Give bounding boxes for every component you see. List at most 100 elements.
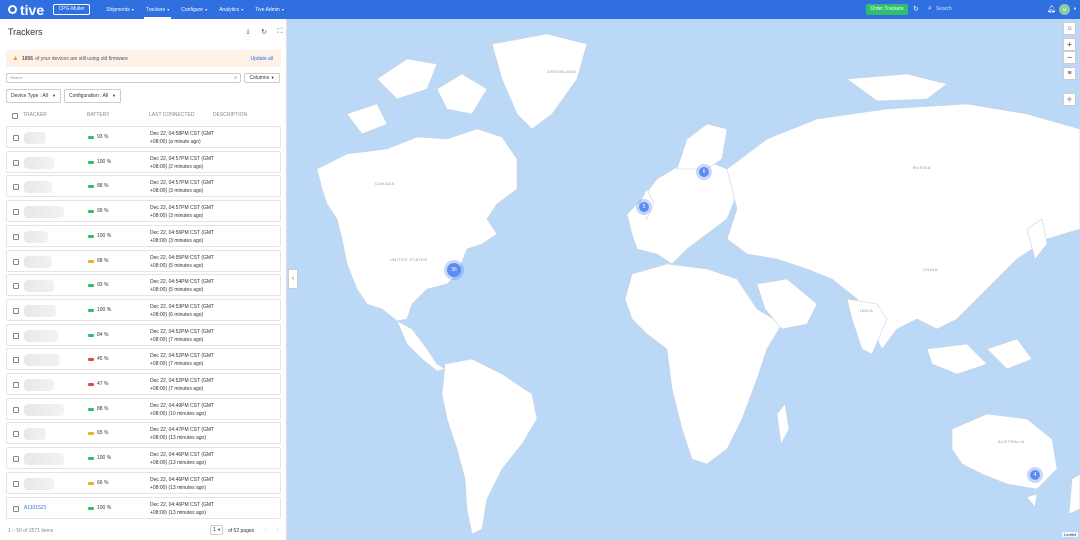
row-checkbox[interactable] <box>13 233 19 240</box>
zoom-out-button[interactable]: − <box>1063 51 1076 64</box>
row-checkbox[interactable] <box>13 357 19 364</box>
nav-item-shipments[interactable]: Shipments ▾ <box>100 0 140 19</box>
redacted-tracker-id[interactable] <box>24 428 46 441</box>
table-row[interactable]: 88 % Dec 22, 04:57PM CST (GMT +08:00) (3 … <box>6 175 281 198</box>
map-cluster-marker[interactable]: 4 <box>1027 467 1043 483</box>
world-map[interactable]: GREENLAND CANADA UNITED STATES RUSSIA CH… <box>287 19 1080 540</box>
tracker-id-link[interactable]: A1101521 <box>24 505 46 511</box>
nav-item-trackers[interactable]: Trackers ▾ <box>140 0 175 19</box>
columns-button[interactable]: Columns ▼ <box>244 73 280 83</box>
table-row[interactable]: 47 % Dec 22, 04:52PM CST (GMT +08:00) (7 … <box>6 373 281 395</box>
row-checkbox[interactable] <box>13 456 19 463</box>
table-row[interactable]: 99 % Dec 22, 04:57PM CST (GMT +08:00) (3 … <box>6 200 281 223</box>
last-connected-value: Dec 22, 04:46PM CST (GMT +08:00) (13 min… <box>150 476 215 491</box>
header-description[interactable]: DESCRIPTION <box>213 112 247 118</box>
row-checkbox[interactable] <box>13 505 19 512</box>
table-row[interactable]: 93 % Dec 22, 04:54PM CST (GMT +08:00) (5 … <box>6 274 281 297</box>
nav-item-configure[interactable]: Configure ▾ <box>175 0 213 19</box>
warning-icon: ▲ <box>12 55 19 62</box>
layer-stack-icon[interactable]: ◈ <box>1063 93 1076 106</box>
redacted-tracker-id[interactable] <box>24 477 54 490</box>
row-checkbox[interactable] <box>13 332 19 339</box>
row-checkbox[interactable] <box>13 209 19 216</box>
table-row[interactable]: 100 % Dec 22, 04:56PM CST (GMT +08:00) (3… <box>6 224 281 247</box>
table-row[interactable]: 68 % Dec 22, 04:55PM CST (GMT +08:00) (5 … <box>6 249 281 272</box>
table-row[interactable]: 100 % Dec 22, 04:57PM CST (GMT +08:00) (2… <box>6 150 281 173</box>
table-row[interactable]: 66 % Dec 22, 04:46PM CST (GMT +08:00) (13… <box>6 471 281 494</box>
nav-item-tive-admin[interactable]: Tive Admin ▾ <box>249 0 290 19</box>
battery-icon <box>88 160 94 164</box>
global-search[interactable]: ⌕ Search <box>928 5 952 13</box>
org-switcher-button[interactable]: CPG-Muller <box>53 4 91 15</box>
table-row[interactable]: 65 % Dec 22, 04:47PM CST (GMT +08:00) (13… <box>6 422 281 445</box>
history-icon[interactable]: ↻ <box>913 5 919 14</box>
battery-icon <box>88 506 94 510</box>
configuration-filter[interactable]: Configuration : All ▼ <box>64 89 121 103</box>
redacted-tracker-id[interactable] <box>24 255 52 268</box>
redacted-tracker-id[interactable] <box>24 181 52 194</box>
row-checkbox[interactable] <box>13 135 19 141</box>
prev-page-icon[interactable]: ‹ <box>265 527 267 533</box>
redacted-tracker-id[interactable] <box>24 453 64 466</box>
next-page-icon[interactable]: › <box>277 527 279 533</box>
device-type-filter[interactable]: Device Type : All ▼ <box>6 89 61 103</box>
battery-value: 68 % <box>97 257 109 264</box>
row-checkbox[interactable] <box>13 159 19 166</box>
table-row[interactable]: 100 % Dec 22, 04:53PM CST (GMT +08:00) (6… <box>6 298 281 321</box>
fullscreen-icon[interactable]: ⛶ <box>275 28 285 36</box>
row-checkbox[interactable] <box>13 258 19 265</box>
redacted-tracker-id[interactable] <box>24 304 56 317</box>
battery-icon <box>88 333 94 337</box>
layers-icon[interactable]: ≡ <box>1063 67 1076 80</box>
bell-icon[interactable]: 🔔︎ <box>1047 5 1056 14</box>
redacted-tracker-id[interactable] <box>24 354 60 367</box>
row-checkbox[interactable] <box>13 382 19 388</box>
row-checkbox[interactable] <box>13 480 19 487</box>
nav-item-analytics[interactable]: Analytics ▾ <box>213 0 249 19</box>
collapse-panel-button[interactable]: ‹ <box>288 269 298 289</box>
select-all-checkbox[interactable] <box>12 113 18 119</box>
redacted-tracker-id[interactable] <box>24 206 64 219</box>
chevron-down-icon[interactable]: ▼ <box>1073 6 1077 11</box>
order-trackers-button[interactable]: Order Trackers <box>866 4 908 15</box>
header-tracker[interactable]: TRACKER <box>23 112 47 118</box>
map-cluster-marker[interactable]: 36 <box>444 260 464 280</box>
table-row[interactable]: 88 % Dec 22, 04:49PM CST (GMT +08:00) (10… <box>6 397 281 420</box>
home-icon[interactable]: ⌂ <box>1063 22 1076 35</box>
redacted-tracker-id[interactable] <box>24 403 64 416</box>
table-row[interactable]: 93 % Dec 22, 04:58PM CST (GMT +08:00) (a … <box>6 126 281 148</box>
avatar[interactable]: M <box>1059 4 1070 15</box>
row-checkbox[interactable] <box>13 431 19 438</box>
row-checkbox[interactable] <box>13 406 19 413</box>
header-last-connected[interactable]: LAST CONNECTED <box>149 112 194 118</box>
redacted-tracker-id[interactable] <box>24 132 46 144</box>
redacted-tracker-id[interactable] <box>24 379 54 391</box>
refresh-icon[interactable]: ↻ <box>259 28 269 36</box>
last-connected-value: Dec 22, 04:46PM CST (GMT +08:00) (13 min… <box>150 501 215 516</box>
download-icon[interactable]: ⤓ <box>243 28 253 36</box>
search-input[interactable]: Search ⌕ <box>6 73 241 83</box>
table-row[interactable]: 84 % Dec 22, 04:52PM CST (GMT +08:00) (7 … <box>6 323 281 346</box>
table-row[interactable]: A1101521 100 % Dec 22, 04:46PM CST (GMT +0… <box>6 496 281 519</box>
map-cluster-marker[interactable]: 6 <box>696 164 712 180</box>
tive-logo[interactable]: tive <box>8 2 44 18</box>
battery-icon <box>88 432 94 436</box>
map-attribution[interactable]: Leaflet <box>1062 532 1079 537</box>
update-all-link[interactable]: Update all <box>250 56 273 62</box>
page-select[interactable]: 1 ▼ <box>210 525 223 535</box>
row-checkbox[interactable] <box>13 307 19 314</box>
redacted-tracker-id[interactable] <box>24 329 58 342</box>
search-icon: ⌕ <box>928 5 932 12</box>
row-checkbox[interactable] <box>13 184 19 191</box>
redacted-tracker-id[interactable] <box>24 230 48 243</box>
redacted-tracker-id[interactable] <box>24 156 54 169</box>
table-row[interactable]: 45 % Dec 22, 04:52PM CST (GMT +08:00) (7 … <box>6 348 281 371</box>
map-cluster-marker[interactable]: 5 <box>636 199 652 215</box>
table-row[interactable]: 100 % Dec 22, 04:46PM CST (GMT +08:00) (1… <box>6 447 281 470</box>
redacted-tracker-id[interactable] <box>24 280 54 293</box>
last-connected-value: Dec 22, 04:57PM CST (GMT +08:00) (3 minu… <box>150 180 215 195</box>
alert-count: 1656 <box>21 55 34 62</box>
zoom-in-button[interactable]: + <box>1063 38 1076 51</box>
header-battery[interactable]: BATTERY <box>87 112 110 118</box>
row-checkbox[interactable] <box>13 283 19 290</box>
